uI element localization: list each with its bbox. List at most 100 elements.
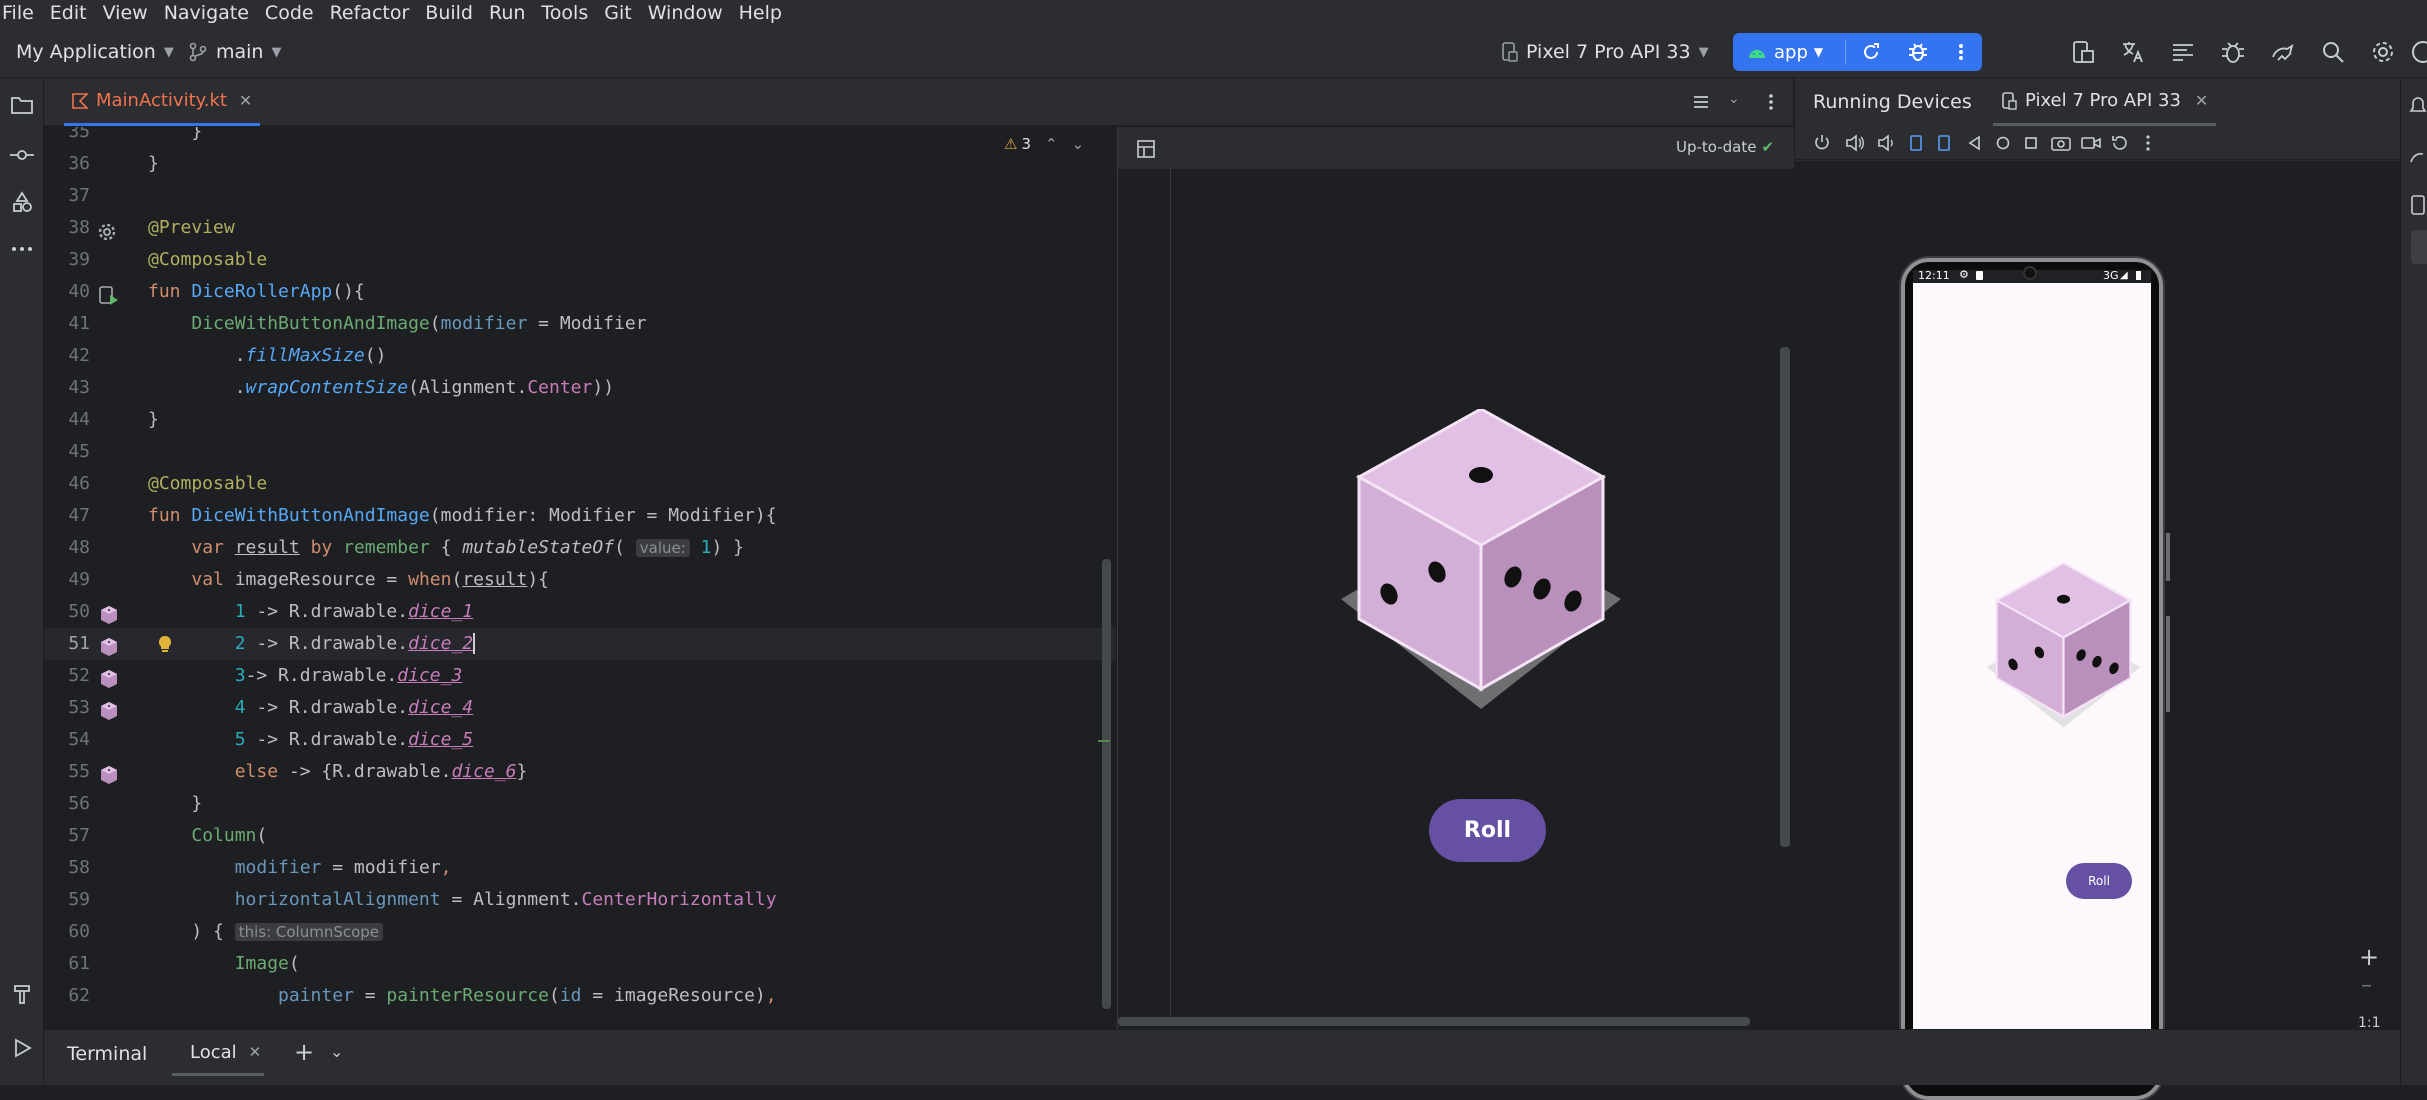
run-config-selector[interactable]: app ▼	[1747, 33, 1823, 71]
more-vertical-icon[interactable]	[1762, 93, 1780, 111]
menu-window[interactable]: Window	[640, 2, 731, 24]
volume-down-icon[interactable]	[1877, 134, 1895, 152]
phone-side-button[interactable]	[2166, 533, 2170, 581]
terminal-title[interactable]: Terminal	[67, 1043, 147, 1065]
rotate-right-icon[interactable]	[1935, 134, 1953, 152]
run-icon[interactable]	[10, 1036, 34, 1060]
more-horizontal-icon[interactable]	[10, 244, 34, 254]
preview-run-icon[interactable]	[98, 285, 120, 307]
menu-build[interactable]: Build	[417, 2, 481, 24]
account-icon[interactable]	[2410, 39, 2427, 65]
chevron-down-icon[interactable]: ⌄	[330, 1042, 343, 1061]
preview-layout-icon[interactable]	[1136, 139, 1156, 159]
device-file-icon[interactable]	[2409, 194, 2427, 216]
back-icon[interactable]	[1967, 135, 1983, 151]
screen-record-icon[interactable]	[2081, 134, 2101, 152]
menu-run[interactable]: Run	[481, 2, 533, 24]
phone-time: 12:11	[1918, 269, 1950, 282]
home-icon[interactable]	[1995, 135, 2011, 151]
settings-icon[interactable]	[96, 221, 118, 243]
code-line: 60 ) { this: ColumnScope	[44, 916, 1116, 948]
phone-roll-button[interactable]: Roll	[2066, 863, 2132, 899]
more-vertical-icon[interactable]	[2139, 134, 2157, 152]
zoom-out-icon[interactable]: –	[2361, 973, 2372, 998]
tab-local-terminal[interactable]: Local ✕	[184, 1030, 267, 1074]
chevron-down-icon: ▼	[1813, 45, 1824, 59]
roll-button[interactable]: Roll	[1429, 799, 1546, 862]
overview-icon[interactable]	[2023, 135, 2039, 151]
apply-changes-icon[interactable]	[1861, 42, 1881, 62]
code-line: 57 Column(	[68, 825, 268, 846]
editor-scrollbar[interactable]	[1102, 559, 1111, 1009]
camera-cutout	[2023, 266, 2037, 280]
phone-screen[interactable]: Roll	[1913, 283, 2151, 1053]
volume-up-icon[interactable]	[1845, 134, 1865, 152]
code-editor[interactable]: ⚠ 3 ⌃ ⌄ 35 } 36} 37 38 @Preview 39 @Compos…	[44, 127, 1116, 1029]
close-tab-icon[interactable]: ✕	[239, 91, 252, 110]
close-tab-icon[interactable]: ✕	[2195, 91, 2208, 110]
code-line: 55 else -> {R.drawable.dice_6}	[68, 761, 528, 782]
code-line: 59 horizontalAlignment = Alignment.Cente…	[68, 889, 777, 910]
menu-refactor[interactable]: Refactor	[322, 2, 418, 24]
local-tab-label: Local	[190, 1041, 237, 1063]
phone-volume-button[interactable]	[2166, 616, 2170, 712]
phone-roll-label: Roll	[2088, 874, 2110, 888]
preview-scrollbar[interactable]	[1780, 347, 1790, 847]
rotate-left-icon[interactable]	[1907, 134, 1925, 152]
branch-name: main	[216, 41, 264, 63]
menu-code[interactable]: Code	[257, 2, 322, 24]
bug-report-icon[interactable]	[2220, 39, 2246, 65]
tab-mainactivity[interactable]: MainActivity.kt ✕	[64, 78, 261, 126]
menu-navigate[interactable]: Navigate	[156, 2, 257, 24]
menu-view[interactable]: View	[95, 2, 156, 24]
settings-icon[interactable]	[2370, 39, 2396, 65]
chevron-down-icon: ▼	[163, 44, 174, 60]
code-line: 62 painter = painterResource(id = imageR…	[68, 985, 777, 1006]
code-line: 61 Image(	[68, 953, 300, 974]
new-terminal-icon[interactable]: +	[294, 1038, 314, 1066]
chevron-down-icon: ▼	[1698, 44, 1709, 60]
menu-git[interactable]: Git	[596, 2, 639, 24]
snapshot-icon[interactable]	[2111, 134, 2129, 152]
zoom-in-icon[interactable]: +	[2359, 943, 2379, 971]
branch-selector[interactable]: main ▼	[188, 26, 281, 78]
resource-manager-icon[interactable]	[10, 190, 34, 214]
notifications-icon[interactable]	[2409, 96, 2427, 116]
sync-gradle-icon[interactable]	[2270, 39, 2296, 65]
gradle-icon[interactable]	[2409, 146, 2427, 166]
close-tab-icon[interactable]: ✕	[249, 1043, 262, 1061]
commit-icon[interactable]	[10, 144, 34, 166]
menu-edit[interactable]: Edit	[42, 2, 95, 24]
tab-underline	[172, 1073, 264, 1076]
project-selector[interactable]: My Application ▼	[16, 26, 174, 78]
preview-canvas[interactable]: Roll	[1170, 169, 1750, 1017]
dice-image-icon	[101, 766, 117, 784]
menu-help[interactable]: Help	[731, 2, 790, 24]
preview-horizontal-scrollbar[interactable]	[1118, 1017, 1750, 1026]
running-devices-tool-button[interactable]	[2411, 230, 2427, 264]
more-vertical-icon[interactable]	[1951, 42, 1971, 62]
chevron-down-icon[interactable]: ⌄	[1728, 91, 1740, 107]
main-toolbar: My Application ▼ main ▼ Pixel 7 Pro API …	[0, 26, 2427, 78]
debug-icon[interactable]	[1907, 41, 1929, 63]
menu-tools[interactable]: Tools	[533, 2, 596, 24]
device-selector[interactable]: Pixel 7 Pro API 33 ▼	[1500, 26, 1709, 78]
tab-device[interactable]: Pixel 7 Pro API 33 ✕	[1993, 78, 2217, 126]
folder-icon[interactable]	[10, 94, 34, 116]
code-line: 38 @Preview	[68, 217, 235, 238]
screenshot-icon[interactable]	[2051, 134, 2071, 152]
device-manager-icon[interactable]	[2070, 39, 2096, 65]
menu-file[interactable]: File	[0, 2, 42, 24]
running-devices-panel: Running Devices Pixel 7 Pro API 33 ✕ 12:…	[1794, 78, 2401, 1100]
preview-status[interactable]: Up-to-date ✔	[1676, 138, 1774, 156]
code-line: 36}	[68, 153, 159, 174]
search-icon[interactable]	[2320, 39, 2346, 65]
build-icon[interactable]	[10, 982, 34, 1006]
editor-mode-icon[interactable]	[1692, 93, 1710, 111]
logcat-icon[interactable]	[2170, 39, 2196, 65]
phone-dice-image	[1986, 563, 2141, 728]
translate-icon[interactable]	[2120, 39, 2146, 65]
lightbulb-icon[interactable]	[154, 634, 176, 656]
code-line: 35 }	[68, 127, 203, 142]
power-icon[interactable]	[1813, 134, 1831, 152]
